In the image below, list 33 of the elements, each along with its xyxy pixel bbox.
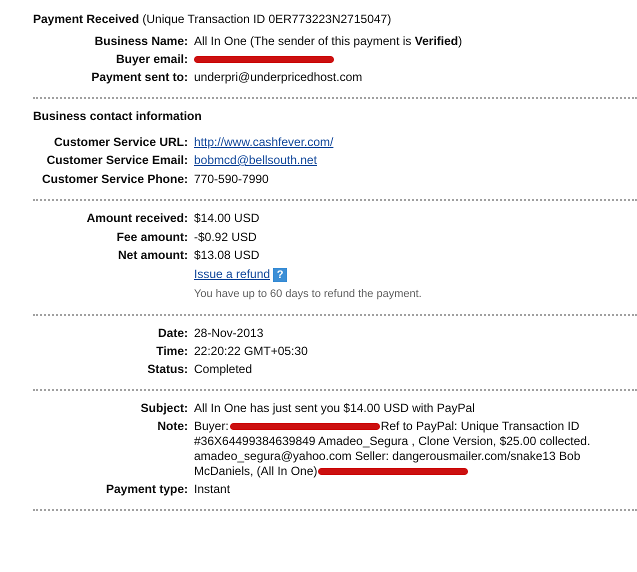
field-value: -$0.92 USD: [194, 230, 258, 245]
field-label: Customer Service Phone:: [40, 172, 188, 187]
field-value: 770-590-7990: [194, 172, 270, 187]
field-label: Fee amount:: [116, 230, 188, 245]
refund-link[interactable]: Issue a refund: [194, 267, 270, 281]
field-label: Customer Service URL:: [52, 135, 188, 150]
field-label: Payment type:: [104, 482, 188, 497]
field-value: 22:20:22 GMT+05:30: [194, 344, 309, 359]
field-value: All In One (The sender of this payment is Verified): [194, 34, 464, 49]
field-value: underpri@underpricedhost.com: [194, 70, 364, 85]
field-label: Net amount:: [117, 248, 188, 263]
field-label: Date:: [156, 326, 188, 341]
field-label: Amount received:: [86, 211, 188, 226]
field-value: Instant: [194, 482, 232, 497]
note-text: Buyer: Ref to PayPal: Unique Transaction ID #36X64499384639849 Amadeo_Segura , Clone Version, $25.00 collected. amadeo_segura@yahoo.com Seller: dangerousmailer.com/snake13 Bob McDaniels, (All In One): [194, 419, 592, 479]
field-label: Customer Service Email:: [46, 153, 188, 168]
refund-hint: You have up to 60 days to refund the payment.: [194, 287, 423, 302]
field-value: $13.08 USD: [194, 248, 260, 263]
section-heading: Business contact information: [33, 109, 203, 123]
field-label: Time:: [155, 344, 188, 359]
field-value: $14.00 USD: [194, 211, 260, 226]
field-value: All In One has just sent you $14.00 USD with PayPal: [194, 401, 476, 416]
field-label: Status:: [146, 362, 188, 377]
field-value: Completed: [194, 362, 254, 377]
field-value: 28-Nov-2013: [194, 326, 264, 341]
field-label: Business Name:: [94, 34, 188, 49]
field-label: Payment sent to:: [90, 70, 188, 85]
field-link[interactable]: http://www.cashfever.com/: [194, 135, 334, 149]
field-label: Note:: [156, 419, 188, 435]
field-label: Subject:: [140, 401, 188, 416]
field-link[interactable]: bobmcd@bellsouth.net: [194, 153, 317, 167]
section-heading: Payment Received (Unique Transaction ID 0ER773223N2715047): [33, 12, 392, 26]
field-label: Buyer email:: [114, 52, 188, 67]
